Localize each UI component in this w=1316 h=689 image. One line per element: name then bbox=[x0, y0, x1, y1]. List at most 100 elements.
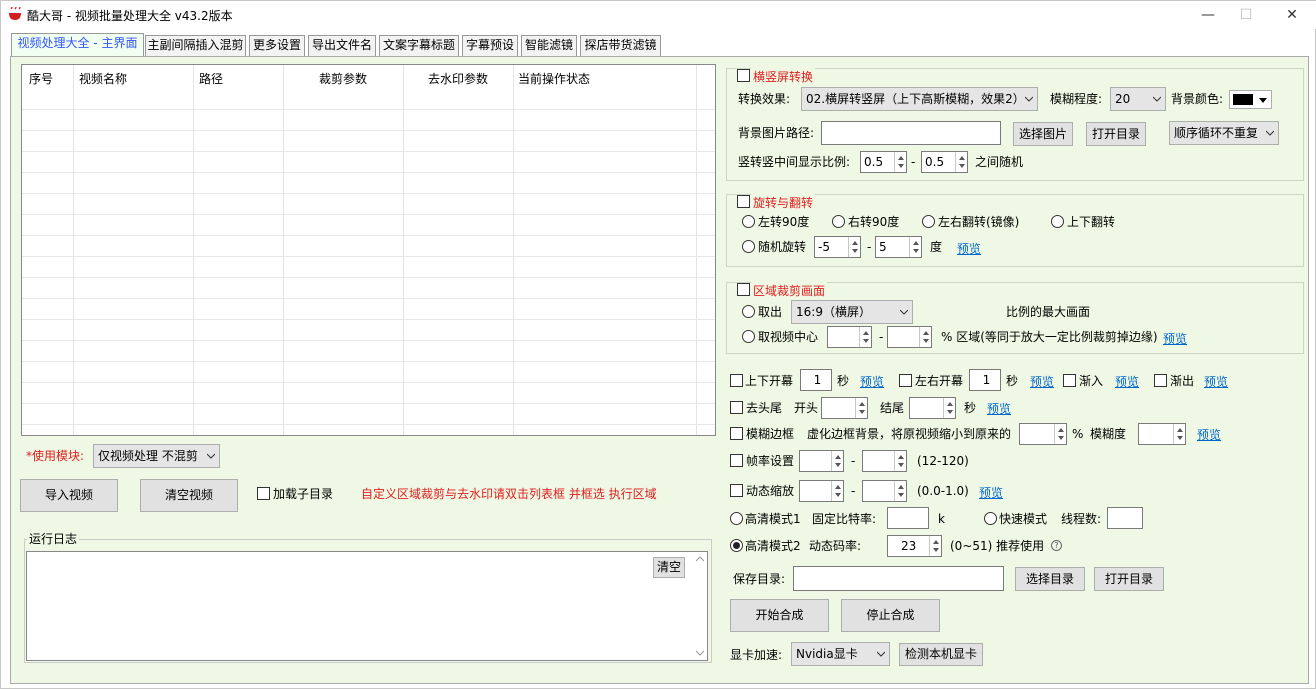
column-header[interactable]: 视频名称 bbox=[79, 70, 127, 87]
effect-select[interactable]: 02.横屏转竖屏（上下高斯模糊，效果2） bbox=[801, 87, 1038, 111]
stepper-arrows[interactable] bbox=[859, 327, 871, 347]
trim-preview-link[interactable]: 预览 bbox=[987, 400, 1011, 417]
open-horizontal-input[interactable]: 1 bbox=[969, 369, 1001, 391]
column-header[interactable]: 序号 bbox=[29, 70, 53, 87]
rotate-preview-link[interactable]: 预览 bbox=[957, 240, 981, 257]
open-vertical-checkbox[interactable] bbox=[730, 374, 743, 387]
stepper-arrows[interactable] bbox=[1054, 424, 1066, 444]
fast-mode-radio[interactable] bbox=[984, 512, 997, 525]
stepper-arrows[interactable] bbox=[894, 152, 906, 172]
fade-in-checkbox[interactable] bbox=[1063, 374, 1076, 387]
trim-end-stepper[interactable] bbox=[909, 397, 956, 419]
random-max-stepper[interactable]: 5 bbox=[875, 236, 922, 258]
clear-log-button[interactable]: 清空 bbox=[653, 557, 685, 578]
open-vertical-input[interactable]: 1 bbox=[800, 369, 832, 391]
tab-subtitle-title[interactable]: 文案字幕标题 bbox=[379, 35, 459, 56]
stepper-arrows[interactable] bbox=[943, 398, 955, 418]
stepper-arrows[interactable] bbox=[831, 481, 843, 501]
crop-preview-link[interactable]: 预览 bbox=[1163, 330, 1187, 347]
blur-scale-stepper[interactable] bbox=[1019, 423, 1067, 445]
rotate-left-radio[interactable] bbox=[742, 215, 755, 228]
tab-subtitle-preset[interactable]: 字幕预设 bbox=[462, 35, 518, 56]
stepper-arrows[interactable] bbox=[894, 481, 906, 501]
tab-main[interactable]: 视频处理大全 - 主界面 bbox=[11, 33, 144, 57]
dyn-bitrate-stepper[interactable]: 23 bbox=[887, 535, 942, 557]
zoom-min-stepper[interactable] bbox=[799, 480, 844, 502]
tab-more-settings[interactable]: 更多设置 bbox=[249, 35, 305, 56]
open-horizontal-preview-link[interactable]: 预览 bbox=[1030, 373, 1054, 390]
fps-max-stepper[interactable] bbox=[862, 450, 907, 472]
stepper-arrows[interactable] bbox=[955, 152, 967, 172]
rotate-right-radio[interactable] bbox=[832, 215, 845, 228]
save-dir-input[interactable] bbox=[793, 566, 1004, 591]
scroll-up-icon[interactable] bbox=[696, 556, 704, 562]
ratio-min-stepper[interactable]: 0.5 bbox=[860, 151, 907, 173]
random-min-stepper[interactable]: -5 bbox=[814, 236, 861, 258]
tab-store-filter[interactable]: 探店带货滤镜 bbox=[580, 35, 661, 56]
crop-center-radio[interactable] bbox=[742, 330, 755, 343]
fade-out-checkbox[interactable] bbox=[1154, 374, 1167, 387]
column-header[interactable]: 当前操作状态 bbox=[518, 70, 590, 87]
zoom-max-stepper[interactable] bbox=[862, 480, 907, 502]
blur-degree-stepper[interactable] bbox=[1138, 423, 1186, 445]
crop-ratio-select[interactable]: 16:9（横屏） bbox=[791, 300, 913, 324]
random-rotate-radio[interactable] bbox=[742, 240, 755, 253]
scroll-down-icon[interactable] bbox=[696, 650, 704, 656]
open-dir-button[interactable]: 打开目录 bbox=[1094, 567, 1164, 591]
gpu-select[interactable]: Nvidia显卡 bbox=[791, 642, 890, 666]
run-log-textarea[interactable]: 清空 bbox=[26, 551, 708, 661]
center-max-stepper[interactable] bbox=[887, 326, 932, 348]
stepper-arrows[interactable] bbox=[855, 398, 867, 418]
fade-in-preview-link[interactable]: 预览 bbox=[1115, 373, 1139, 390]
module-select[interactable]: 仅视频处理 不混剪 bbox=[93, 444, 220, 468]
clear-video-button[interactable]: 清空视频 bbox=[140, 479, 238, 512]
blur-border-preview-link[interactable]: 预览 bbox=[1197, 426, 1221, 443]
import-video-button[interactable]: 导入视频 bbox=[20, 479, 118, 512]
orientation-checkbox[interactable] bbox=[737, 69, 750, 82]
bg-color-picker[interactable] bbox=[1229, 90, 1272, 109]
hq-mode2-radio[interactable] bbox=[730, 539, 743, 552]
zoom-preview-link[interactable]: 预览 bbox=[979, 484, 1003, 501]
blur-border-checkbox[interactable] bbox=[730, 427, 743, 440]
blur-level-select[interactable]: 20 bbox=[1110, 87, 1166, 111]
load-subdir-checkbox[interactable] bbox=[257, 487, 270, 500]
open-horizontal-checkbox[interactable] bbox=[899, 374, 912, 387]
help-icon[interactable]: ? bbox=[1051, 540, 1062, 551]
fps-checkbox[interactable] bbox=[730, 454, 743, 467]
tab-export-filename[interactable]: 导出文件名 bbox=[308, 35, 376, 56]
trim-start-stepper[interactable] bbox=[821, 397, 868, 419]
video-list-table[interactable]: 序号 视频名称 路径 裁剪参数 去水印参数 当前操作状态 bbox=[21, 64, 716, 436]
select-image-button[interactable]: 选择图片 bbox=[1013, 122, 1073, 146]
tab-insert-mix[interactable]: 主副间隔插入混剪 bbox=[145, 35, 246, 56]
fps-min-stepper[interactable] bbox=[799, 450, 844, 472]
column-header[interactable]: 去水印参数 bbox=[428, 70, 488, 87]
threads-input[interactable] bbox=[1107, 507, 1143, 529]
open-vertical-preview-link[interactable]: 预览 bbox=[860, 373, 884, 390]
fade-out-preview-link[interactable]: 预览 bbox=[1204, 373, 1228, 390]
rotate-checkbox[interactable] bbox=[737, 195, 750, 208]
maximize-button[interactable]: ☐ bbox=[1223, 1, 1269, 29]
crop-checkbox[interactable] bbox=[737, 283, 750, 296]
log-scrollbar[interactable] bbox=[693, 552, 707, 660]
detect-gpu-button[interactable]: 检测本机显卡 bbox=[899, 643, 983, 666]
stepper-arrows[interactable] bbox=[929, 536, 941, 556]
ratio-max-stepper[interactable]: 0.5 bbox=[921, 151, 968, 173]
stepper-arrows[interactable] bbox=[894, 451, 906, 471]
trim-checkbox[interactable] bbox=[730, 401, 743, 414]
hq-mode1-radio[interactable] bbox=[730, 512, 743, 525]
stepper-arrows[interactable] bbox=[909, 237, 921, 257]
select-dir-button[interactable]: 选择目录 bbox=[1015, 567, 1085, 591]
image-order-select[interactable]: 顺序循环不重复 bbox=[1169, 121, 1279, 145]
stepper-arrows[interactable] bbox=[919, 327, 931, 347]
bg-image-path-input[interactable] bbox=[821, 121, 1001, 145]
stop-button[interactable]: 停止合成 bbox=[841, 599, 940, 632]
tab-smart-filter[interactable]: 智能滤镜 bbox=[521, 35, 577, 56]
flip-radio[interactable] bbox=[1051, 215, 1064, 228]
stepper-arrows[interactable] bbox=[831, 451, 843, 471]
column-header[interactable]: 裁剪参数 bbox=[319, 70, 367, 87]
close-button[interactable]: ✕ bbox=[1269, 1, 1315, 29]
crop-take-radio[interactable] bbox=[742, 305, 755, 318]
open-dir-button[interactable]: 打开目录 bbox=[1086, 122, 1146, 146]
stepper-arrows[interactable] bbox=[848, 237, 860, 257]
start-button[interactable]: 开始合成 bbox=[730, 599, 829, 632]
